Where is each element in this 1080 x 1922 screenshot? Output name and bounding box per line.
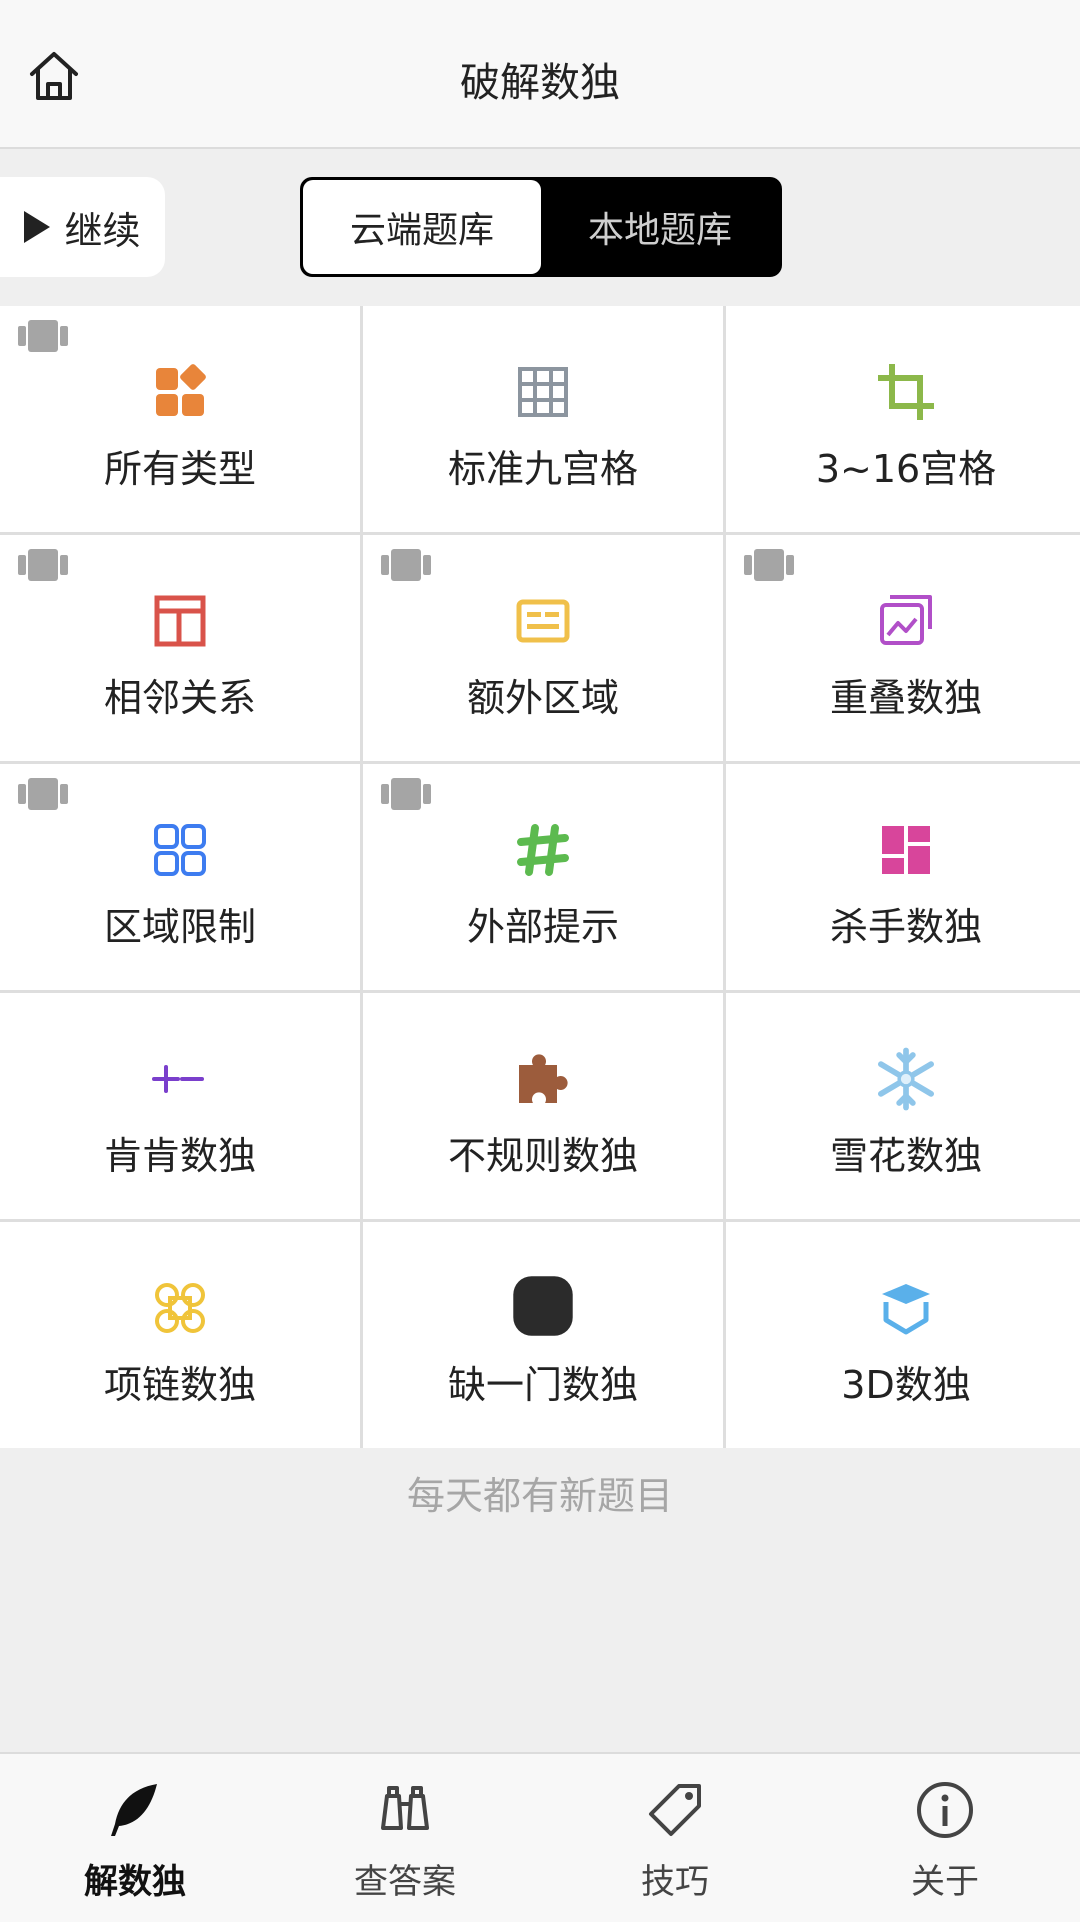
- category-all-types[interactable]: 所有类型: [0, 306, 360, 532]
- daily-new-puzzles-note: 每天都有新题目: [406, 1474, 673, 1518]
- snowflake-icon: [878, 1047, 934, 1111]
- category-irregular-sudoku[interactable]: 不规则数独: [363, 993, 723, 1219]
- hashtag-icon: [517, 824, 569, 876]
- category-missing-one-sudoku[interactable]: 缺一门数独: [363, 1222, 723, 1448]
- category-3-to-16-grid[interactable]: 3~16宫格: [726, 306, 1080, 532]
- category-label: 肯肯数独: [103, 1134, 256, 1178]
- category-standard-9x9[interactable]: 标准九宫格: [363, 306, 723, 532]
- four-shapes-icon: [156, 364, 206, 416]
- card-icon: [516, 599, 570, 643]
- tag-icon: [381, 778, 431, 810]
- category-label: 项链数独: [103, 1363, 256, 1407]
- puzzle-piece-icon: [519, 1054, 568, 1103]
- tab-label: 技巧: [641, 1862, 709, 1902]
- category-kenken-sudoku[interactable]: 肯肯数独: [0, 993, 360, 1219]
- crop-icon: [878, 364, 934, 420]
- category-label: 缺一门数独: [447, 1363, 638, 1407]
- category-label: 3~16宫格: [815, 447, 997, 491]
- category-label: 杀手数独: [829, 905, 982, 949]
- play-icon: [24, 211, 51, 243]
- cube-icon: [882, 1284, 930, 1335]
- category-label: 标准九宫格: [447, 447, 638, 491]
- rounded-square-icon: [513, 1276, 573, 1336]
- tab-label: 查答案: [354, 1862, 456, 1902]
- category-region-limit[interactable]: 区域限制: [0, 764, 360, 990]
- info-icon: [917, 1782, 973, 1838]
- source-segmented-control: 云端题库 本地题库: [300, 177, 782, 277]
- tab-local-library[interactable]: 本地题库: [541, 180, 779, 274]
- tab-check-answer[interactable]: 查答案: [270, 1754, 540, 1922]
- category-necklace-sudoku[interactable]: 项链数独: [0, 1222, 360, 1448]
- category-3d-sudoku[interactable]: 3D数独: [726, 1222, 1080, 1448]
- continue-button[interactable]: 继续: [0, 177, 165, 277]
- tag-icon: [18, 778, 68, 810]
- category-label: 雪花数独: [829, 1134, 982, 1178]
- tag-icon: [18, 549, 68, 581]
- category-label: 不规则数独: [447, 1134, 638, 1178]
- tag-icon: [18, 320, 68, 352]
- category-adjacent-relation[interactable]: 相邻关系: [0, 535, 360, 761]
- tag-icon: [649, 1784, 701, 1836]
- tag-icon: [381, 549, 431, 581]
- dashboard-blocks-icon: [882, 826, 930, 874]
- category-label: 重叠数独: [829, 676, 982, 720]
- category-overlap-sudoku[interactable]: 重叠数独: [726, 535, 1080, 761]
- category-label: 所有类型: [103, 447, 256, 491]
- tab-cloud-library[interactable]: 云端题库: [303, 180, 541, 274]
- category-label: 3D数独: [841, 1363, 971, 1407]
- bottom-tab-bar: 解数独 查答案 技巧 关于: [0, 1752, 1080, 1922]
- toolbar: 继续 云端题库 本地题库: [0, 149, 1080, 304]
- category-label: 外部提示: [466, 905, 619, 949]
- feather-icon: [111, 1784, 157, 1836]
- category-label: 额外区域: [466, 676, 619, 720]
- math-operators-icon: [152, 1065, 204, 1093]
- category-label: 相邻关系: [103, 676, 256, 720]
- category-external-hint[interactable]: 外部提示: [363, 764, 723, 990]
- four-squares-icon: [154, 824, 206, 876]
- stacked-images-icon: [880, 595, 932, 645]
- grid-icon: [518, 367, 568, 417]
- tab-label: 解数独: [84, 1862, 186, 1902]
- category-grid: 所有类型 标准九宫格 3~16宫格 相邻关系 额外区域 重叠数独 区域限制 外部…: [0, 306, 1080, 1448]
- category-extra-region[interactable]: 额外区域: [363, 535, 723, 761]
- layout-icon: [154, 595, 206, 647]
- binoculars-icon: [381, 1786, 429, 1830]
- page-title: 破解数独: [460, 60, 620, 106]
- continue-label: 继续: [64, 208, 141, 253]
- tab-techniques[interactable]: 技巧: [540, 1754, 810, 1922]
- category-snowflake-sudoku[interactable]: 雪花数独: [726, 993, 1080, 1219]
- category-label: 区域限制: [103, 905, 256, 949]
- necklace-icon: [155, 1283, 205, 1333]
- category-killer-sudoku[interactable]: 杀手数独: [726, 764, 1080, 990]
- tab-about[interactable]: 关于: [810, 1754, 1080, 1922]
- tag-icon: [744, 549, 794, 581]
- tab-solve-sudoku[interactable]: 解数独: [0, 1754, 270, 1922]
- top-bar: 破解数独: [0, 0, 1080, 149]
- tab-label: 关于: [911, 1862, 979, 1902]
